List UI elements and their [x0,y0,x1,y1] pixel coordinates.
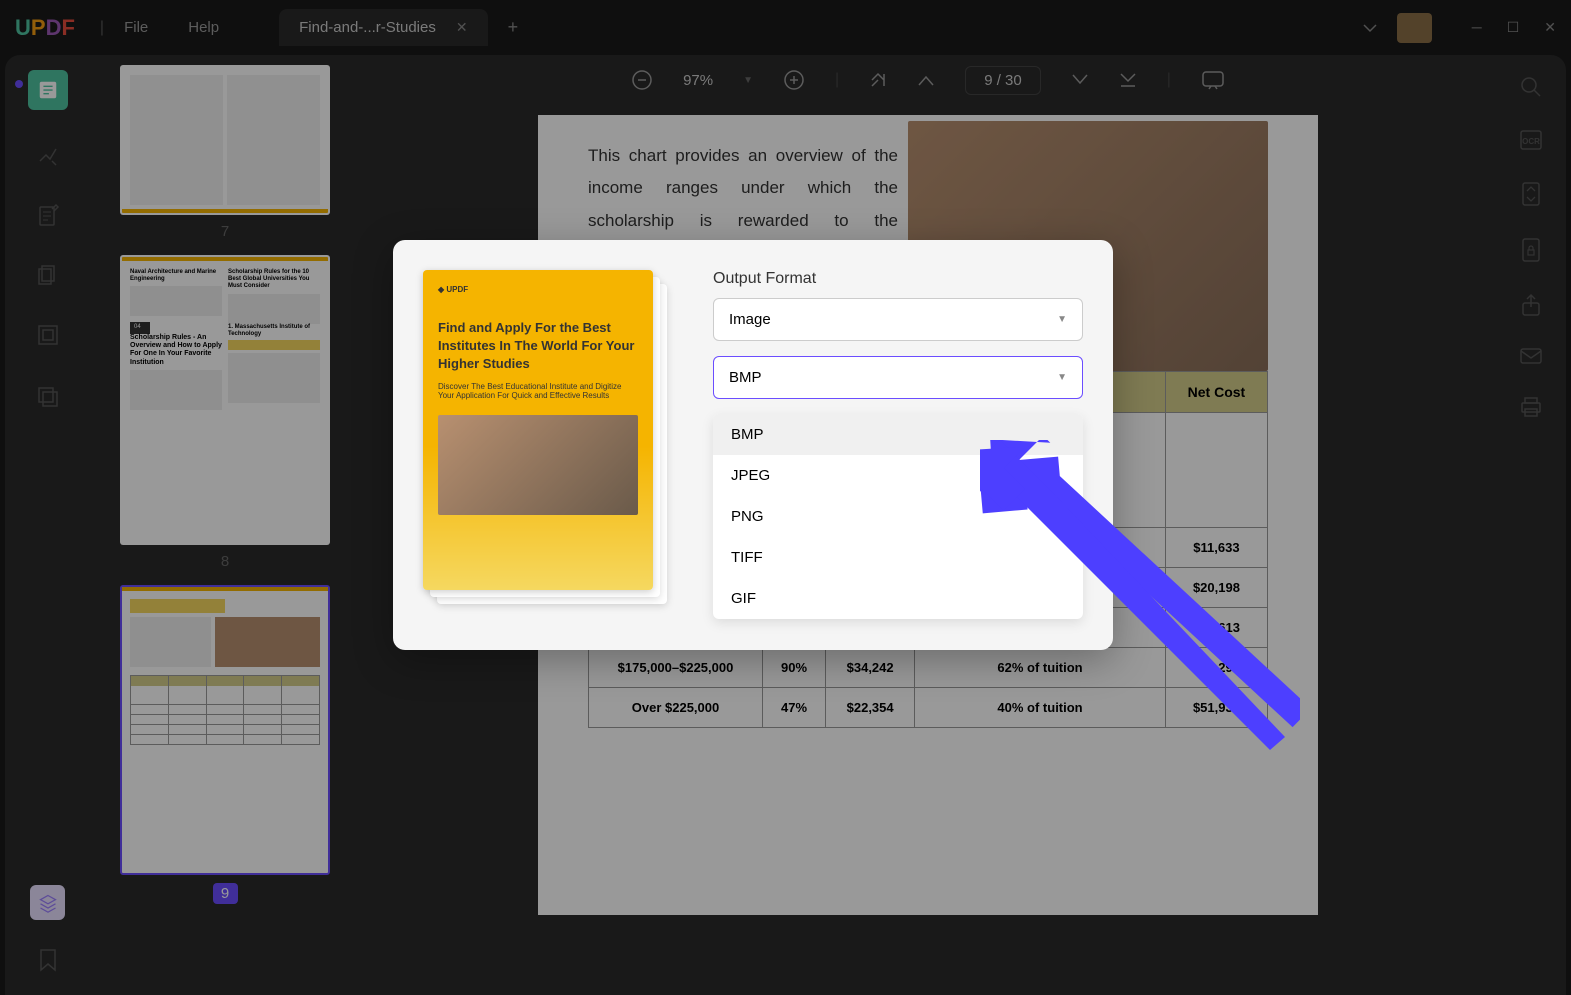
dropdown-option-gif[interactable]: GIF [713,578,1083,619]
image-type-select[interactable]: BMP ▼ [713,356,1083,399]
format-select[interactable]: Image ▼ [713,298,1083,341]
dropdown-option-jpeg[interactable]: JPEG [713,455,1083,496]
chevron-down-icon: ▼ [1057,372,1067,383]
output-format-label: Output Format [713,270,1083,288]
dropdown-option-png[interactable]: PNG [713,496,1083,537]
chevron-down-icon: ▼ [1057,314,1067,325]
dialog-form: Output Format Image ▼ BMP ▼ BMP JPEG PNG… [713,270,1083,620]
image-type-dropdown: BMP JPEG PNG TIFF GIF [713,414,1083,619]
export-dialog: ◆ UPDF Find and Apply For the Best Insti… [393,240,1113,650]
dialog-preview: ◆ UPDF Find and Apply For the Best Insti… [423,270,673,620]
dropdown-option-bmp[interactable]: BMP [713,414,1083,455]
dropdown-option-tiff[interactable]: TIFF [713,537,1083,578]
